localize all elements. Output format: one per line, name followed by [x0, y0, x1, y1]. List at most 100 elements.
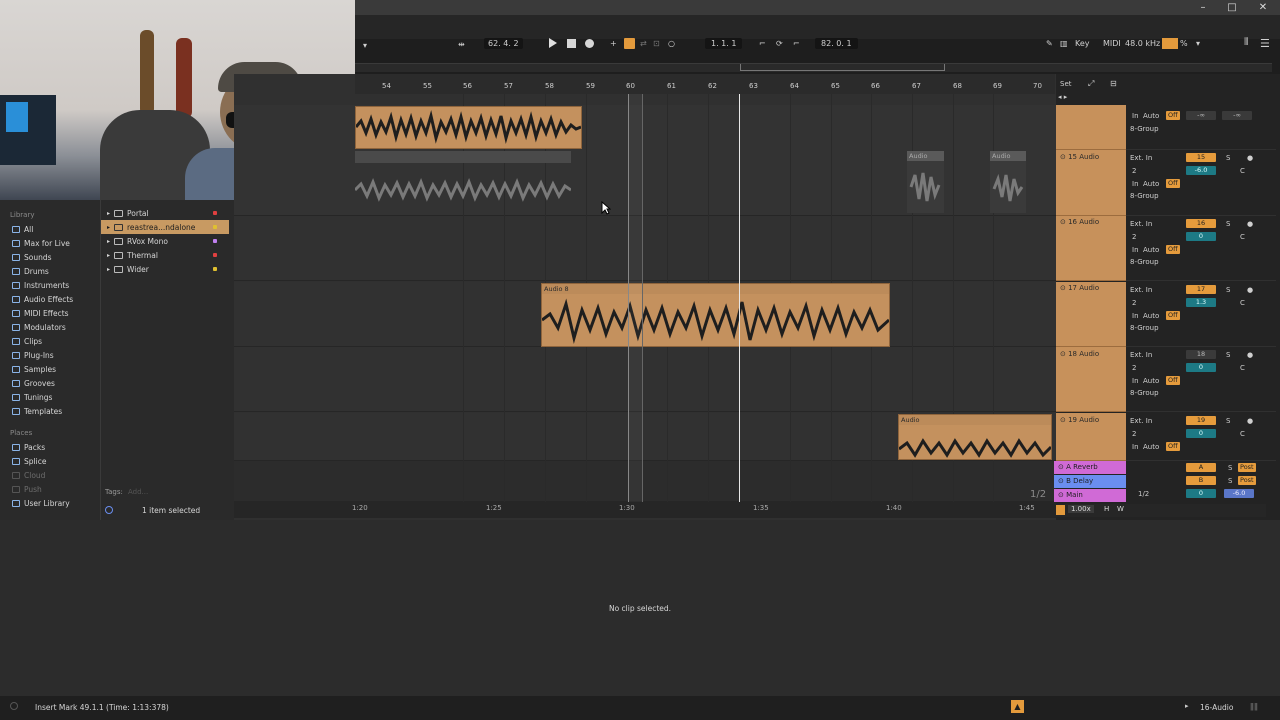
- browser-category-samples[interactable]: Samples: [0, 362, 100, 376]
- track-name[interactable]: ⊙ 16 Audio: [1060, 218, 1099, 226]
- browser-category-midi-effects[interactable]: MIDI Effects: [0, 306, 100, 320]
- close-icon[interactable]: ✕: [1256, 1, 1270, 14]
- overdub-icon[interactable]: +: [610, 39, 617, 48]
- volume-field[interactable]: 0: [1186, 363, 1216, 372]
- monitor-auto[interactable]: Auto: [1143, 112, 1159, 120]
- input-channel[interactable]: 2: [1132, 430, 1136, 438]
- minimize-icon[interactable]: –: [1196, 1, 1210, 14]
- loop-switch-icon[interactable]: ⟳: [776, 39, 783, 48]
- browser-category-instruments[interactable]: Instruments: [0, 278, 100, 292]
- monitor-in[interactable]: In: [1132, 377, 1139, 385]
- monitor-auto[interactable]: Auto: [1143, 443, 1159, 451]
- input-routing[interactable]: Ext. In: [1130, 417, 1152, 425]
- return-track-b[interactable]: ⊙ B Delay: [1054, 475, 1126, 488]
- expand-icon[interactable]: ▸: [107, 252, 110, 259]
- return-solo-a[interactable]: S: [1228, 464, 1232, 472]
- input-channel[interactable]: 2: [1132, 233, 1136, 241]
- monitor-auto[interactable]: Auto: [1143, 246, 1159, 254]
- arm-button[interactable]: ●: [1247, 351, 1253, 359]
- zoom-toggle[interactable]: [1056, 505, 1065, 515]
- track-activator[interactable]: 15: [1186, 153, 1216, 162]
- track-header[interactable]: [1056, 105, 1126, 150]
- monitor-in[interactable]: In: [1132, 180, 1139, 188]
- menu-icon[interactable]: ☰: [1260, 37, 1270, 50]
- monitor-off[interactable]: Off: [1166, 111, 1180, 120]
- track-lane[interactable]: [234, 347, 1056, 412]
- tags-add-field[interactable]: Add...: [128, 488, 148, 496]
- main-track[interactable]: ⊙ Main: [1054, 489, 1126, 502]
- return-solo-b[interactable]: S: [1228, 477, 1232, 485]
- volume-field[interactable]: -6.0: [1186, 166, 1216, 175]
- height-toggle[interactable]: H: [1104, 505, 1109, 513]
- follow-icon[interactable]: ⇹: [458, 40, 465, 49]
- input-channel[interactable]: 2: [1132, 364, 1136, 372]
- audio-clip[interactable]: [353, 166, 572, 214]
- monitor-in[interactable]: In: [1132, 443, 1139, 451]
- capture-icon[interactable]: ⊡: [653, 39, 660, 48]
- solo-button[interactable]: S: [1226, 154, 1230, 162]
- arm-button[interactable]: ●: [1247, 286, 1253, 294]
- input-routing[interactable]: Ext. In: [1130, 154, 1152, 162]
- solo-button[interactable]: S: [1226, 351, 1230, 359]
- volume-field[interactable]: 0: [1186, 429, 1216, 438]
- browser-category-sounds[interactable]: Sounds: [0, 250, 100, 264]
- browser-category-clips[interactable]: Clips: [0, 334, 100, 348]
- expand-icon[interactable]: ▸: [107, 224, 110, 231]
- solo-button[interactable]: S: [1226, 220, 1230, 228]
- output-routing[interactable]: 8-Group: [1130, 192, 1159, 200]
- pan-field[interactable]: C: [1240, 364, 1245, 372]
- clip-header-bar[interactable]: [355, 151, 571, 163]
- return-lanes[interactable]: [234, 461, 1056, 502]
- expand-icon[interactable]: ▸: [107, 238, 110, 245]
- monitor-auto[interactable]: Auto: [1143, 377, 1159, 385]
- monitor-off[interactable]: Off: [1166, 311, 1180, 320]
- track-name[interactable]: ⊙ 17 Audio: [1060, 284, 1099, 292]
- beat-ruler[interactable]: [355, 74, 1055, 94]
- main-pan[interactable]: -6.0: [1224, 489, 1254, 498]
- warning-icon[interactable]: ▲: [1011, 700, 1024, 713]
- input-routing[interactable]: Ext. In: [1130, 351, 1152, 359]
- browser-category-max-for-live[interactable]: Max for Live: [0, 236, 100, 250]
- pan-field[interactable]: C: [1240, 167, 1245, 175]
- key-map-button[interactable]: Key: [1075, 39, 1090, 48]
- browser-category-modulators[interactable]: Modulators: [0, 320, 100, 334]
- browser-category-tunings[interactable]: Tunings: [0, 390, 100, 404]
- output-routing[interactable]: 8-Group: [1130, 324, 1159, 332]
- return-activator-b[interactable]: B: [1186, 476, 1216, 485]
- place-push[interactable]: Push: [0, 482, 100, 496]
- midi-map-button[interactable]: MIDI: [1103, 39, 1121, 48]
- draw-mode-icon[interactable]: ✎: [1046, 39, 1053, 48]
- place-splice[interactable]: Splice: [0, 454, 100, 468]
- input-routing[interactable]: Ext. In: [1130, 220, 1152, 228]
- browser-item-reastream[interactable]: ▸ reastrea...ndalone: [101, 220, 229, 234]
- browser-category-audio-effects[interactable]: Audio Effects: [0, 292, 100, 306]
- session-record-icon[interactable]: ○: [668, 39, 675, 48]
- track-lane[interactable]: [234, 216, 1056, 281]
- width-toggle[interactable]: W: [1117, 505, 1124, 513]
- input-routing[interactable]: Ext. In: [1130, 286, 1152, 294]
- monitor-off[interactable]: Off: [1166, 376, 1180, 385]
- browser-item-rvox-mono[interactable]: ▸ RVox Mono: [101, 234, 229, 248]
- monitor-in[interactable]: In: [1132, 112, 1139, 120]
- loop-start-field[interactable]: 1. 1. 1: [705, 38, 743, 49]
- browser-item-portal[interactable]: ▸ Portal: [101, 206, 229, 220]
- expand-icon[interactable]: ▸: [107, 266, 110, 273]
- solo-button[interactable]: S: [1226, 417, 1230, 425]
- overview-viewport[interactable]: [740, 64, 945, 71]
- browser-item-wider[interactable]: ▸ Wider: [101, 262, 229, 276]
- track-name[interactable]: ⊙ 19 Audio: [1060, 416, 1099, 424]
- monitor-off[interactable]: Off: [1166, 245, 1180, 254]
- arrangement-position[interactable]: 62. 4. 2: [484, 38, 523, 49]
- audio-clip[interactable]: Audio: [990, 151, 1026, 213]
- main-ratio[interactable]: 1/2: [1138, 490, 1149, 498]
- monitor-in[interactable]: In: [1132, 312, 1139, 320]
- place-cloud[interactable]: Cloud: [0, 468, 100, 482]
- monitor-auto[interactable]: Auto: [1143, 180, 1159, 188]
- pan-field[interactable]: C: [1240, 299, 1245, 307]
- browser-category-all[interactable]: All: [0, 222, 100, 236]
- place-user-library[interactable]: User Library: [0, 496, 100, 510]
- track-activator[interactable]: 18: [1186, 350, 1216, 359]
- return-track-a[interactable]: ⊙ A Reverb: [1054, 461, 1126, 474]
- browser-category-grooves[interactable]: Grooves: [0, 376, 100, 390]
- input-channel[interactable]: 2: [1132, 299, 1136, 307]
